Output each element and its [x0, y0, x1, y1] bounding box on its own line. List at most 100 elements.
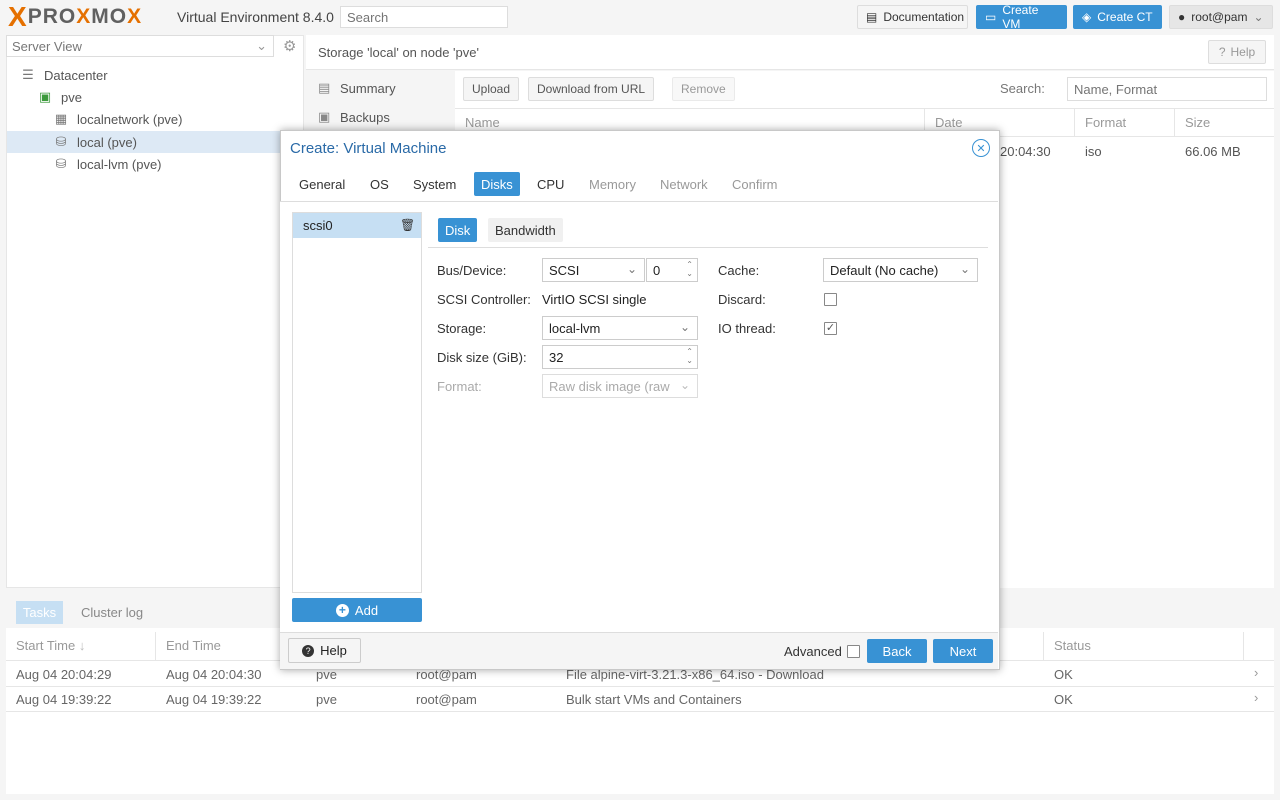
advanced-checkbox[interactable]	[847, 645, 860, 658]
grid-search-label: Search:	[1000, 81, 1045, 96]
nav-backups[interactable]: ▣ Backups	[318, 109, 390, 125]
content-help-button[interactable]: ? Help	[1208, 40, 1266, 64]
proxmox-logo[interactable]: X PROXMOX	[8, 3, 142, 31]
tab-general[interactable]: General	[292, 172, 352, 196]
cell-end: Aug 04 20:04:30	[166, 667, 262, 682]
column-format[interactable]: Format	[1085, 115, 1126, 130]
monitor-icon: ▭	[985, 10, 997, 24]
io-thread-checkbox[interactable]: ✓	[824, 322, 837, 335]
disk-list	[292, 212, 422, 593]
upload-button[interactable]: Upload	[463, 77, 520, 101]
remove-button[interactable]: Remove	[672, 77, 735, 101]
help-icon: ?	[302, 644, 315, 657]
cell-start: Aug 04 20:04:29	[16, 667, 112, 682]
chevron-right-icon[interactable]: ›	[1254, 665, 1258, 680]
subtab-bandwidth[interactable]: Bandwidth	[488, 218, 563, 242]
add-disk-button[interactable]: + Add	[292, 598, 422, 622]
global-search-input[interactable]	[340, 6, 508, 28]
logo-brand-text: PROXMOX	[27, 5, 143, 28]
discard-checkbox[interactable]	[824, 293, 837, 306]
help-icon: ?	[1218, 45, 1226, 59]
tab-system[interactable]: System	[406, 172, 463, 196]
tree-item-label: local (pve)	[77, 134, 137, 150]
storage-select[interactable]: local-lvm ⌄	[542, 316, 698, 340]
user-label: root@pam	[1191, 10, 1248, 24]
tab-memory[interactable]: Memory	[582, 172, 643, 196]
tree-item-pve[interactable]: ▣ pve	[7, 86, 303, 108]
tab-network[interactable]: Network	[653, 172, 715, 196]
grid-search-input[interactable]	[1067, 77, 1267, 101]
advanced-label: Advanced	[784, 644, 842, 659]
tab-os[interactable]: OS	[363, 172, 396, 196]
nav-summary[interactable]: ▤ Summary	[318, 80, 396, 96]
tree-item-label: local-lvm (pve)	[77, 156, 162, 172]
column-separator	[1174, 108, 1175, 137]
view-selector-value: Server View	[12, 39, 82, 54]
book-icon: ▤	[866, 10, 878, 24]
cell-status: OK	[1054, 692, 1073, 707]
version-label: Virtual Environment 8.4.0	[177, 9, 334, 25]
create-vm-button[interactable]: ▭ Create VM	[976, 3, 1067, 31]
tab-tasks[interactable]: Tasks	[16, 601, 63, 624]
format-select[interactable]: Raw disk image (raw ⌄	[542, 374, 698, 398]
user-menu-button[interactable]: ● root@pam ⌄	[1169, 5, 1273, 29]
device-number-value: 0	[653, 262, 661, 278]
column-name[interactable]: Name	[465, 115, 500, 130]
view-selector[interactable]: Server View ⌄	[6, 35, 274, 57]
cube-icon: ◈	[1082, 10, 1092, 24]
cell-end: Aug 04 19:39:22	[166, 692, 262, 707]
tree-item-localnetwork[interactable]: ▦ localnetwork (pve)	[7, 108, 303, 130]
column-size[interactable]: Size	[1185, 115, 1210, 130]
add-label: Add	[354, 602, 379, 618]
trash-icon[interactable]: 🗑	[400, 218, 415, 232]
device-number-input[interactable]: 0 ⌃ ⌄	[646, 258, 698, 282]
cell-format: iso	[1085, 144, 1102, 159]
gear-icon[interactable]: ⚙	[283, 37, 296, 55]
cache-select[interactable]: Default (No cache) ⌄	[823, 258, 978, 282]
column-end-time[interactable]: End Time	[166, 638, 221, 653]
cell-start: Aug 04 19:39:22	[16, 692, 112, 707]
dialog-help-button[interactable]: ? Help	[288, 638, 361, 663]
book-icon: ▤	[318, 80, 331, 95]
cache-select-value: Default (No cache)	[830, 262, 939, 278]
close-icon[interactable]: ✕	[972, 139, 990, 157]
tab-cpu[interactable]: CPU	[530, 172, 571, 196]
tree-item-label: pve	[61, 89, 82, 105]
chevron-down-icon: ⌄	[626, 262, 637, 276]
logo-x-mark: X	[8, 1, 27, 32]
breadcrumb: Storage 'local' on node 'pve'	[318, 45, 479, 60]
tree-item-datacenter[interactable]: ☰ Datacenter	[7, 64, 303, 86]
column-status[interactable]: Status	[1054, 638, 1091, 653]
column-date[interactable]: Date	[935, 115, 962, 130]
column-separator	[155, 632, 156, 661]
dialog-title: Create: Virtual Machine	[290, 140, 447, 157]
checkmark-icon: ✓	[825, 322, 836, 334]
column-separator	[1043, 632, 1044, 661]
tree-item-local[interactable]: ⛁ local (pve)	[7, 131, 303, 153]
bus-select[interactable]: SCSI ⌄	[542, 258, 645, 282]
tree-item-label: Datacenter	[44, 67, 108, 83]
help-label: Help	[1230, 45, 1256, 59]
documentation-label: Documentation	[883, 10, 965, 24]
cache-label: Cache:	[718, 263, 760, 278]
back-button[interactable]: Back	[867, 639, 927, 663]
network-grid-icon: ▦	[54, 111, 68, 126]
disk-size-input[interactable]: 32 ⌃ ⌄	[542, 345, 698, 369]
chevron-down-icon: ⌄	[679, 320, 690, 334]
scsi-controller-value: VirtIO SCSI single	[542, 292, 647, 307]
tab-disks[interactable]: Disks	[474, 172, 520, 196]
chevron-down-icon: ⌄	[1253, 10, 1264, 24]
tab-cluster-log[interactable]: Cluster log	[81, 605, 143, 620]
column-start-time[interactable]: Start Time ↓	[16, 638, 85, 653]
cell-description: Bulk start VMs and Containers	[566, 692, 742, 707]
create-ct-button[interactable]: ◈ Create CT	[1073, 5, 1162, 29]
tree-item-local-lvm[interactable]: ⛁ local-lvm (pve)	[7, 153, 303, 175]
cell-date: 20:04:30	[1000, 144, 1051, 159]
tab-confirm[interactable]: Confirm	[725, 172, 785, 196]
plus-circle-icon: +	[335, 603, 349, 617]
download-url-button[interactable]: Download from URL	[528, 77, 655, 101]
next-button[interactable]: Next	[933, 639, 993, 663]
chevron-right-icon[interactable]: ›	[1254, 690, 1258, 705]
documentation-button[interactable]: ▤ Documentation	[857, 5, 968, 29]
subtab-disk[interactable]: Disk	[438, 218, 478, 242]
